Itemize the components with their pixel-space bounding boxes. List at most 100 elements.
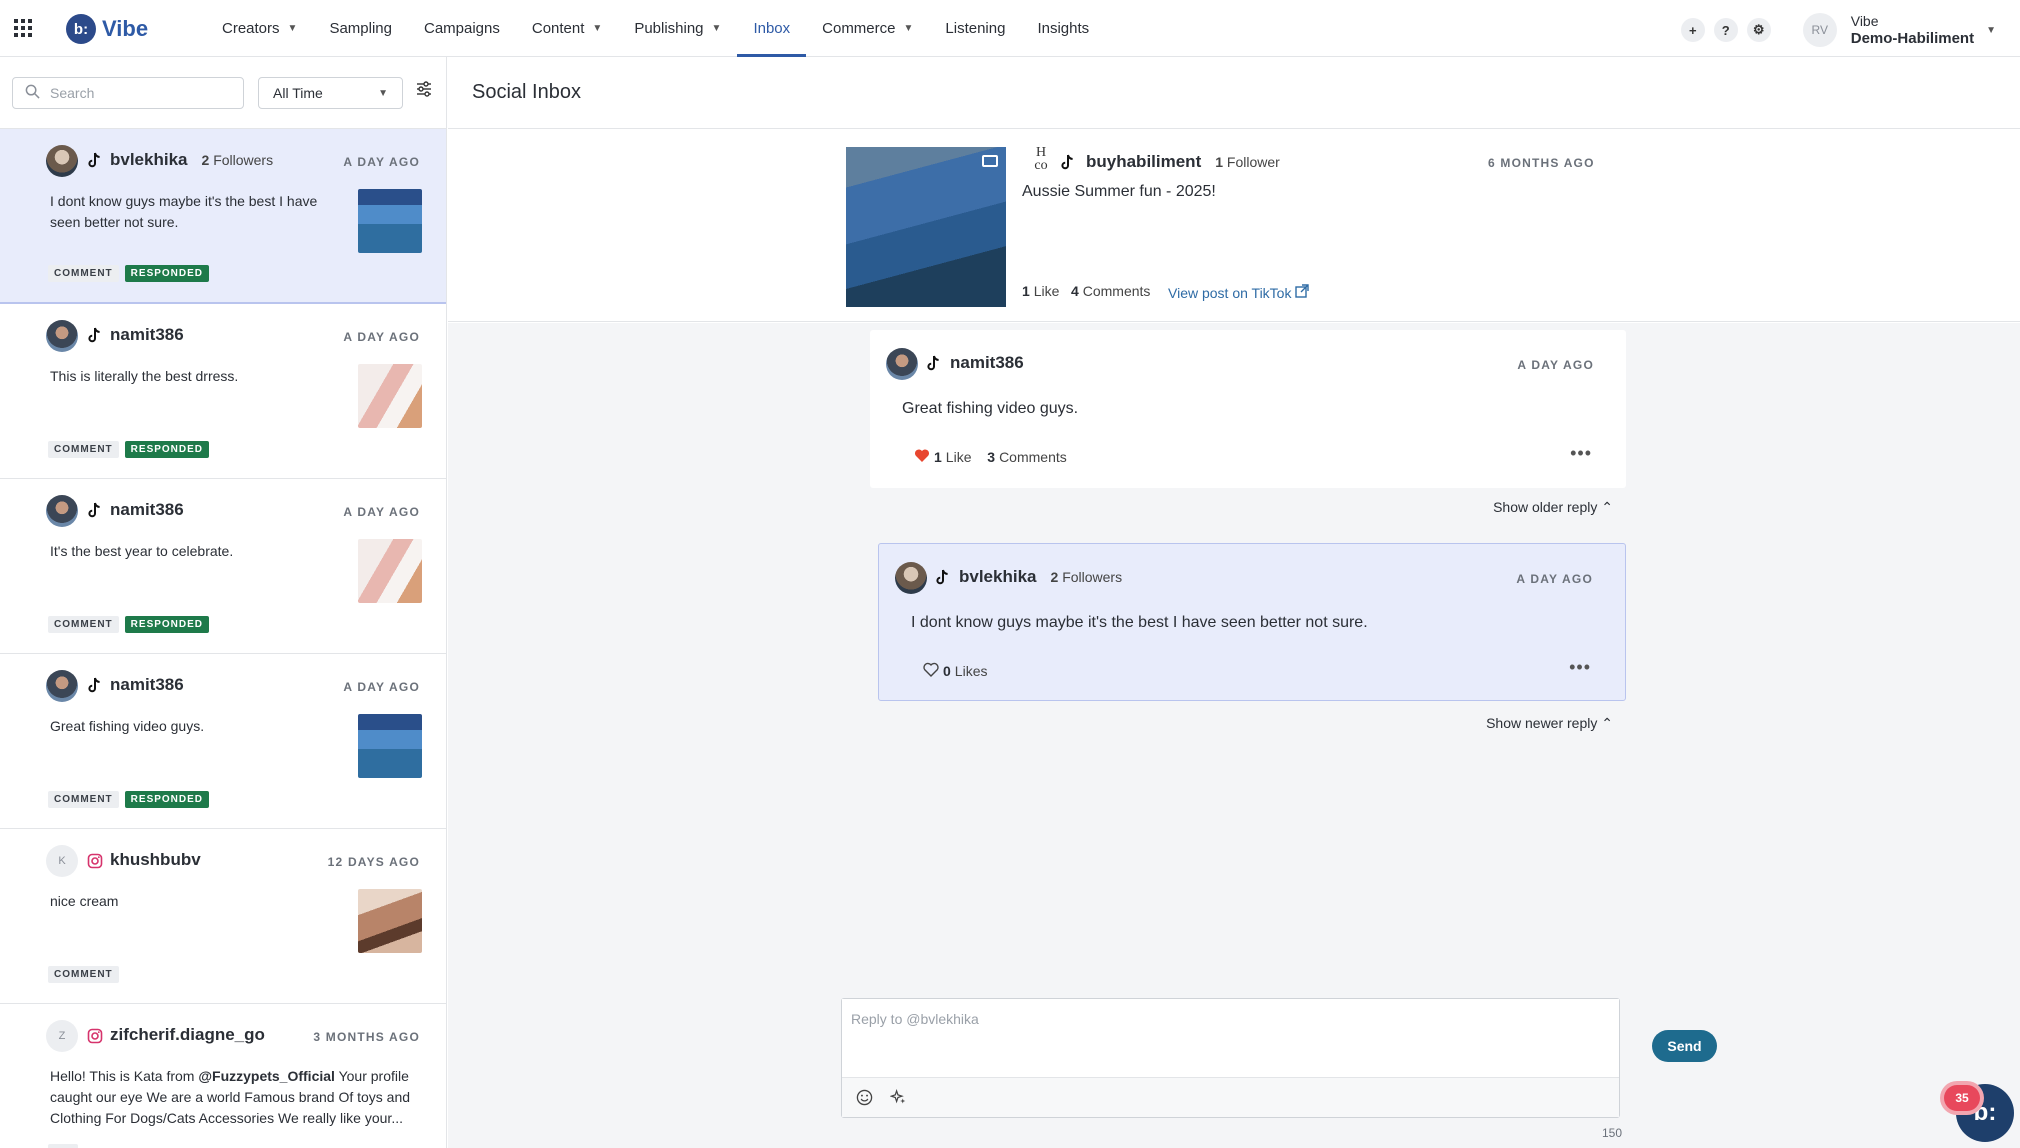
heart-outline-icon[interactable] [923, 662, 939, 680]
post-thumbnail [358, 364, 422, 428]
comment-badge: COMMENT [48, 791, 119, 808]
help-icon[interactable]: ? [1713, 18, 1738, 42]
account-switcher[interactable]: Vibe Demo-Habiliment [1851, 12, 1974, 48]
responded-badge: RESPONDED [124, 441, 210, 458]
likes-label: Likes [954, 663, 988, 679]
chevron-down-icon[interactable]: ▼ [1986, 25, 1996, 36]
post-image[interactable] [846, 147, 1006, 307]
timestamp: 6 MONTHS AGO [1488, 156, 1595, 170]
nav-commerce[interactable]: Commerce ▼ [822, 0, 913, 57]
message-preview: I dont know guys maybe it's the best I h… [50, 193, 318, 230]
conversation-item[interactable]: namit386 A DAY AGO It's the best year to… [0, 479, 446, 654]
followers-number: 1 [1215, 154, 1224, 170]
nav-publishing[interactable]: Publishing ▼ [634, 0, 721, 57]
nav-content[interactable]: Content ▼ [532, 0, 602, 57]
show-newer-reply-button[interactable]: Show newer reply ⌃ [1486, 715, 1613, 732]
filter-settings-icon[interactable] [416, 81, 434, 99]
post-thumbnail [358, 889, 422, 953]
heart-filled-icon[interactable] [914, 448, 930, 466]
username-text: buyhabiliment [1086, 152, 1202, 171]
username: bvlekhika 2 Followers [110, 150, 273, 170]
avatar [895, 562, 927, 594]
notification-badge[interactable]: 35 [1944, 1085, 1980, 1111]
message-preview: It's the best year to celebrate. [50, 543, 234, 559]
username: khushbubv [110, 850, 201, 869]
comment-badge: COMMENT [48, 966, 119, 983]
avatar[interactable]: RV [1802, 13, 1837, 47]
comment-stats: 1 Like 3 Comments [914, 448, 1067, 466]
nav-label: Inbox [753, 20, 791, 37]
comments-label: Comments [999, 449, 1067, 465]
more-options-icon[interactable]: ••• [1569, 658, 1591, 676]
plus-icon[interactable]: + [1680, 18, 1705, 42]
nav-sampling[interactable]: Sampling [329, 0, 392, 57]
conversation-item[interactable]: bvlekhika 2 Followers A DAY AGO I dont kn… [0, 129, 446, 304]
post-thumbnail [358, 539, 422, 603]
nav-insights[interactable]: Insights [1037, 0, 1089, 57]
username: namit386 [110, 325, 184, 344]
nav-campaigns[interactable]: Campaigns [424, 0, 500, 57]
more-options-icon[interactable]: ••• [1570, 444, 1592, 462]
external-link-icon [1295, 284, 1310, 301]
comments-label: Comments [1082, 283, 1151, 299]
conversation-item[interactable]: Z zifcherif.diagne_go 3 MONTHS AGO Hello… [0, 1004, 446, 1148]
search-box[interactable] [12, 77, 244, 109]
conversation-item[interactable]: K khushbubv 12 DAYS AGO nice cream COMME… [0, 829, 446, 1004]
emoji-icon[interactable] [854, 1088, 874, 1108]
character-count: 150 [1602, 1126, 1623, 1140]
chevron-up-icon: ⌃ [1601, 715, 1613, 731]
responded-badge: RESPONDED [124, 616, 210, 633]
nav-label: Campaigns [423, 20, 500, 37]
username: namit386 [110, 675, 184, 694]
likes-number: 0 [943, 663, 951, 679]
time-range-select[interactable]: All Time ▼ [258, 77, 403, 109]
video-icon [982, 155, 998, 167]
show-older-reply-button[interactable]: Show older reply ⌃ [1493, 499, 1613, 516]
nav-listening[interactable]: Listening [945, 0, 1005, 57]
ai-sparkle-icon[interactable] [888, 1088, 908, 1108]
followers-count: 1 Follower [1215, 154, 1280, 170]
filter-bar: All Time ▼ [0, 57, 446, 129]
tiktok-icon [926, 355, 941, 377]
conversation-list-panel: All Time ▼ bvlekhika 2 Followers A DAY AG… [0, 57, 447, 1148]
search-input[interactable] [50, 85, 230, 101]
avatar [46, 670, 78, 702]
mention: @Fuzzypets_Official [198, 1068, 335, 1084]
account-name: Demo-Habiliment [1850, 30, 1975, 47]
tiktok-icon [86, 327, 103, 344]
reply-comment: bvlekhika 2 Followers A DAY AGO I dont kn… [878, 543, 1626, 701]
timestamp: A DAY AGO [343, 505, 420, 519]
timestamp: 12 DAYS AGO [327, 855, 420, 869]
likes-label: Like [945, 449, 972, 465]
comments-number: 3 [987, 449, 996, 465]
logo-mark: b: [66, 14, 96, 44]
nav-label: Listening [945, 20, 1006, 37]
conversation-item[interactable]: namit386 A DAY AGO Great fishing video g… [0, 654, 446, 829]
message-text: Hello! This is Kata from [50, 1068, 199, 1084]
nav-inbox[interactable]: Inbox [737, 0, 806, 57]
timestamp: A DAY AGO [343, 330, 420, 344]
avatar [46, 145, 78, 177]
apps-grid-icon[interactable] [14, 19, 32, 37]
nav-label: Insights [1037, 20, 1090, 37]
username: namit386 [950, 353, 1024, 372]
comment-text: Great fishing video guys. [902, 400, 1079, 417]
conversation-item[interactable]: namit386 A DAY AGO This is literally the… [0, 304, 446, 479]
search-icon [25, 84, 40, 103]
reply-input[interactable] [842, 999, 1619, 1077]
timestamp: A DAY AGO [343, 155, 420, 169]
view-post-link[interactable]: View post on TikTok [1168, 284, 1310, 301]
inbox-main: Social Inbox H co buyhabiliment 1 Followe… [448, 57, 2020, 1148]
tag-list: COMMENT RESPONDED [48, 616, 210, 633]
nav-creators[interactable]: Creators ▼ [222, 0, 297, 57]
chevron-down-icon: ▼ [378, 87, 388, 99]
followers-label: Follower [1226, 154, 1280, 170]
gear-icon[interactable]: ⚙ [1746, 18, 1771, 42]
message-preview: nice cream [50, 893, 119, 909]
chevron-up-icon: ⌃ [1601, 499, 1613, 515]
send-button[interactable]: Send [1652, 1030, 1717, 1062]
composer-toolbar [842, 1077, 1619, 1117]
logo[interactable]: b: Vibe [66, 14, 148, 44]
tag-list: COMMENT RESPONDED [48, 265, 210, 282]
likes-label: Like [1033, 283, 1060, 299]
